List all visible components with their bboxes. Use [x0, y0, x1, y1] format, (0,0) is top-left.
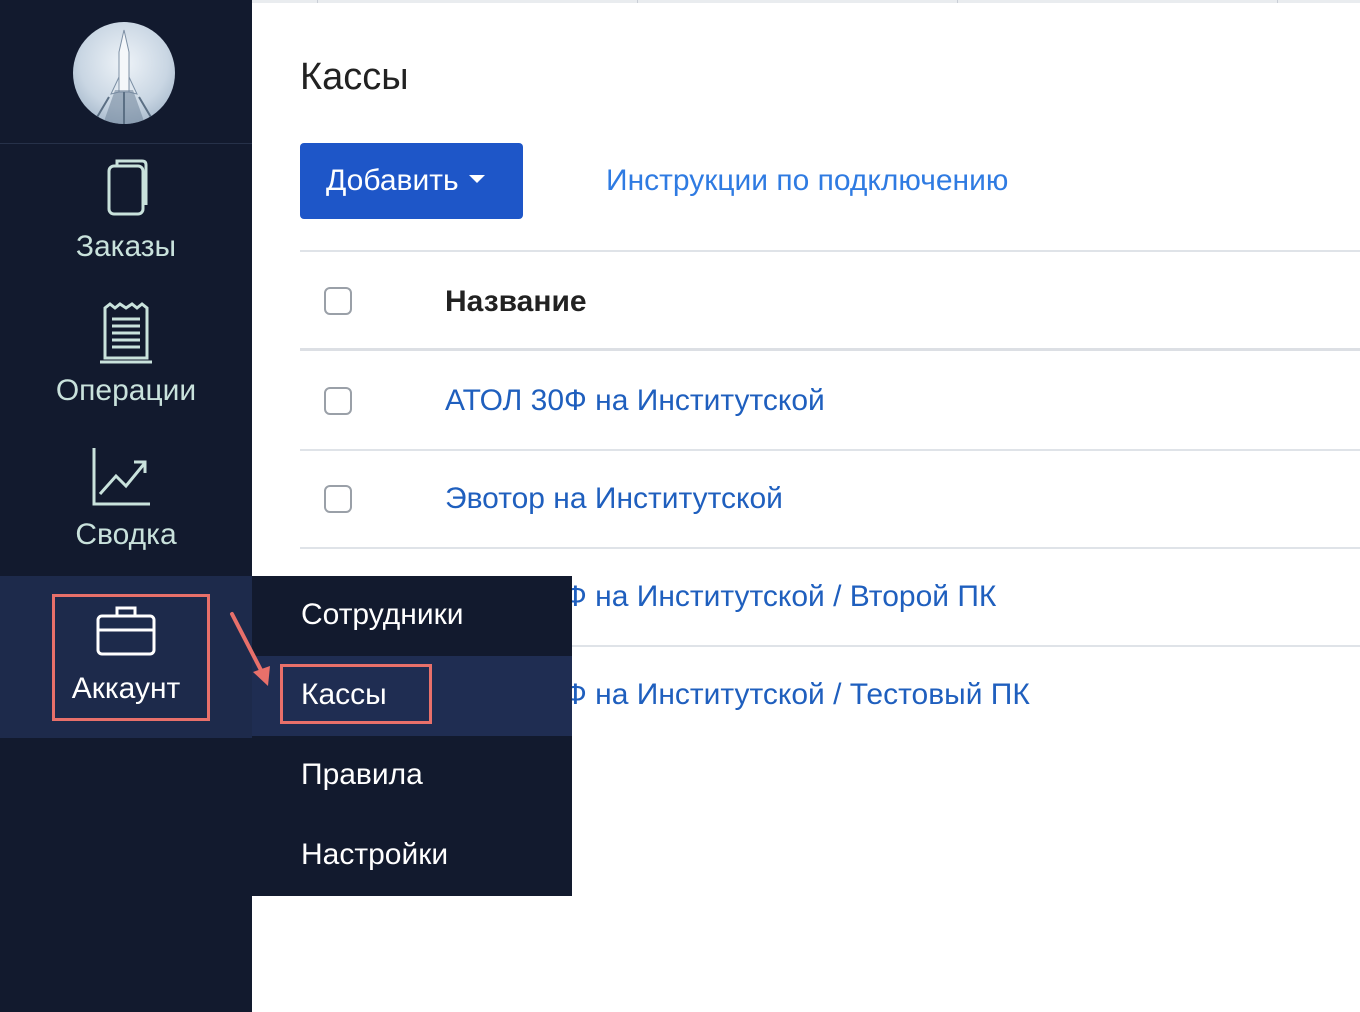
submenu-item-employees[interactable]: Сотрудники [252, 576, 572, 656]
caret-down-icon [468, 175, 485, 184]
submenu-item-label: Сотрудники [301, 598, 464, 631]
rocket-image-icon [92, 29, 156, 124]
row-divider [300, 449, 1360, 451]
nav-item-summary[interactable]: Сводка [0, 432, 252, 576]
top-ruler [252, 0, 1360, 3]
submenu-item-label: Правила [301, 758, 423, 791]
instructions-link[interactable]: Инструкции по подключению [606, 164, 1008, 198]
add-button-label: Добавить [326, 164, 459, 197]
header-divider [300, 348, 1360, 351]
select-all-checkbox[interactable] [324, 287, 352, 315]
submenu-item-settings[interactable]: Настройки [252, 816, 572, 896]
row-checkbox[interactable] [324, 485, 352, 513]
avatar-area [0, 0, 252, 144]
account-submenu: Сотрудники Кассы Правила Настройки [252, 576, 572, 896]
row-name-link[interactable]: Эвотор на Институтской [445, 482, 783, 516]
submenu-item-label: Настройки [301, 838, 449, 871]
nav-item-label: Заказы [75, 230, 177, 263]
account-highlight-box [52, 594, 210, 721]
submenu-item-rules[interactable]: Правила [252, 736, 572, 816]
annotation-arrow-icon [230, 612, 270, 686]
add-button[interactable]: Добавить [300, 143, 523, 219]
avatar[interactable] [73, 22, 175, 124]
cash-registers-highlight-box [280, 664, 432, 724]
copy-icon [107, 159, 148, 216]
nav-item-orders[interactable]: Заказы [0, 144, 252, 288]
nav-item-label: Сводка [75, 518, 177, 551]
row-checkbox[interactable] [324, 387, 352, 415]
nav-item-operations[interactable]: Операции [0, 288, 252, 432]
table-top-divider [300, 250, 1360, 252]
row-divider [300, 547, 1360, 549]
page-title: Кассы [300, 56, 409, 98]
receipt-icon [100, 302, 152, 364]
row-name-link[interactable]: АТОЛ 30Ф на Институтской [445, 384, 825, 418]
nav-item-label: Операции [55, 374, 197, 407]
chart-line-icon [92, 448, 150, 506]
sidebar: Заказы Операции Сводка Аккаунт [0, 0, 252, 1012]
column-header-name: Название [445, 285, 587, 318]
